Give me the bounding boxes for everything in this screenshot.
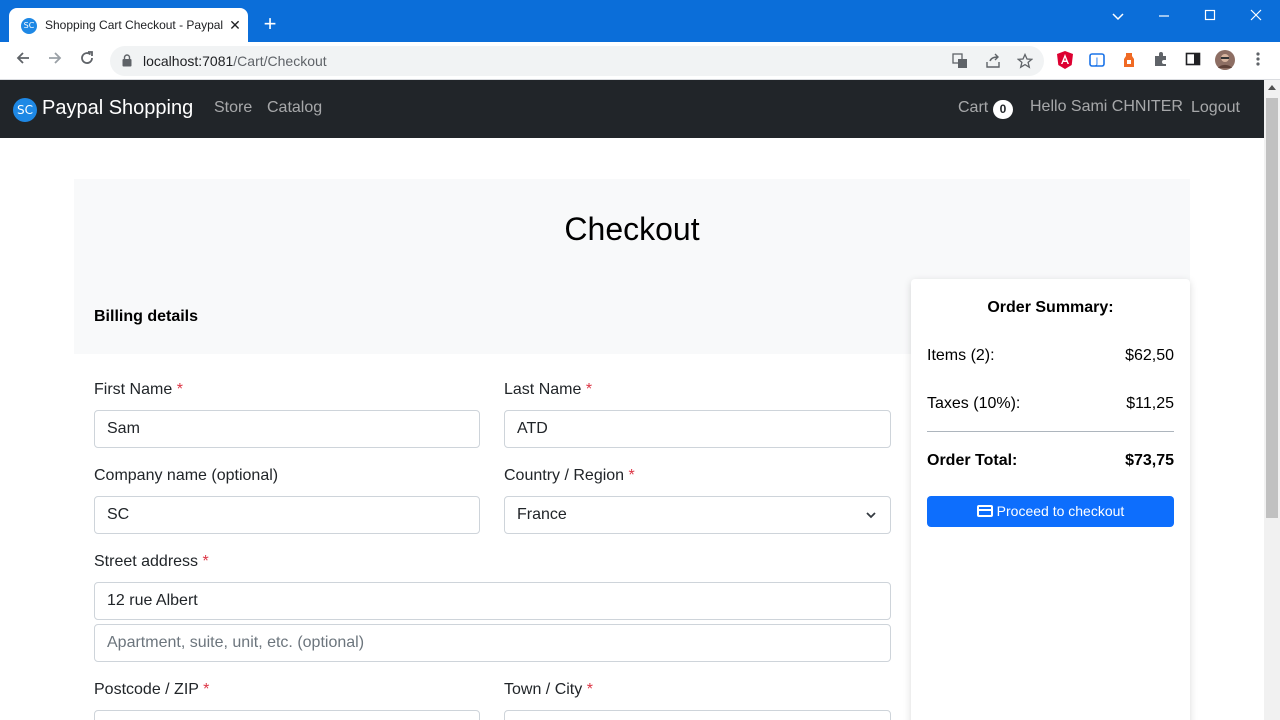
menu-icon[interactable]	[1249, 51, 1267, 69]
extension-orange-icon[interactable]	[1120, 51, 1138, 69]
tab-favicon: SC	[21, 18, 37, 34]
last-name-label: Last Name *	[504, 381, 593, 398]
brand-logo[interactable]: SC	[13, 98, 37, 122]
user-greeting[interactable]: Hello Sami CHNITER	[1030, 98, 1183, 116]
taxes-label: Taxes (10%):	[927, 395, 1021, 412]
scroll-thumb[interactable]	[1266, 98, 1278, 518]
postcode-label: Postcode / ZIP *	[94, 681, 210, 698]
company-field[interactable]: SC	[94, 496, 480, 534]
street-field[interactable]: 12 rue Albert	[94, 582, 891, 620]
credit-card-icon	[976, 505, 993, 517]
page-content: SC Paypal Shopping Store Catalog Cart 0 …	[0, 80, 1264, 720]
summary-title: Order Summary:	[987, 299, 1114, 316]
browser-tab[interactable]: SC Shopping Cart Checkout - Paypal Shopp…	[9, 8, 248, 42]
country-label: Country / Region *	[504, 467, 635, 484]
chevron-down-icon	[866, 512, 876, 519]
items-label: Items (2):	[927, 347, 995, 364]
reload-icon[interactable]	[76, 50, 98, 72]
proceed-to-checkout-button[interactable]: Proceed to checkout	[927, 496, 1174, 527]
profile-avatar[interactable]	[1215, 50, 1235, 70]
sidebar-icon[interactable]	[1184, 51, 1202, 69]
total-label: Order Total:	[927, 452, 1018, 469]
total-value: $73,75	[1125, 452, 1174, 469]
tab-search-icon[interactable]	[1103, 6, 1133, 26]
extension-icon[interactable]	[1152, 51, 1170, 69]
town-field[interactable]	[504, 710, 891, 720]
nav-link-store[interactable]: Store	[214, 99, 252, 117]
apartment-field[interactable]: Apartment, suite, unit, etc. (optional)	[94, 624, 891, 662]
site-navbar: SC Paypal Shopping Store Catalog Cart 0 …	[0, 80, 1264, 138]
page-scrollbar[interactable]	[1264, 80, 1280, 720]
total-row: Order Total: $73,75	[927, 452, 1174, 470]
window-close-icon[interactable]	[1241, 6, 1271, 26]
items-row: Items (2): $62,50	[927, 347, 1174, 365]
brand-name[interactable]: Paypal Shopping	[42, 97, 193, 120]
close-icon[interactable]: ✕	[226, 16, 244, 34]
svg-text:J: J	[1095, 57, 1099, 67]
billing-title: Billing details	[94, 308, 199, 325]
new-tab-button[interactable]: +	[259, 13, 281, 35]
star-icon[interactable]	[1016, 52, 1034, 69]
country-value: France	[517, 506, 567, 523]
first-name-field[interactable]: Sam	[94, 410, 480, 448]
lock-icon	[122, 54, 132, 67]
company-label: Company name (optional)	[94, 467, 279, 484]
order-summary-card: Order Summary: Items (2): $62,50 Taxes (…	[911, 279, 1190, 720]
address-bar[interactable]: localhost:7081/Cart/Checkout	[110, 46, 1044, 76]
back-icon[interactable]	[12, 50, 34, 72]
tab-title: Shopping Cart Checkout - Paypal Shopping	[45, 18, 225, 32]
street-label: Street address *	[94, 553, 209, 570]
summary-divider	[927, 431, 1174, 432]
country-select[interactable]: France	[504, 496, 891, 534]
items-value: $62,50	[1125, 347, 1174, 364]
share-icon[interactable]	[985, 53, 1001, 69]
forward-icon[interactable]	[44, 50, 66, 72]
nav-link-catalog[interactable]: Catalog	[267, 99, 322, 117]
town-label: Town / City *	[504, 681, 593, 698]
page-title: Checkout	[564, 211, 700, 247]
maximize-icon[interactable]	[1195, 6, 1225, 26]
cart-count-badge: 0	[993, 100, 1013, 119]
nav-link-cart[interactable]: Cart	[958, 99, 988, 117]
taxes-row: Taxes (10%): $11,25	[927, 395, 1174, 413]
postcode-field[interactable]	[94, 710, 480, 720]
checkout-button-label: Proceed to checkout	[996, 503, 1125, 519]
translate-icon[interactable]	[952, 53, 968, 69]
url-text: localhost:7081/Cart/Checkout	[143, 53, 327, 69]
first-name-label: First Name *	[94, 381, 183, 398]
scroll-up-icon[interactable]	[1268, 84, 1276, 90]
browser-titlebar: SC Shopping Cart Checkout - Paypal Shopp…	[0, 0, 1280, 42]
extension-blue-icon[interactable]: J	[1088, 51, 1106, 69]
minimize-icon[interactable]	[1149, 6, 1179, 26]
angular-extension-icon[interactable]	[1056, 51, 1074, 69]
last-name-field[interactable]: ATD	[504, 410, 891, 448]
taxes-value: $11,25	[1126, 395, 1174, 412]
nav-link-logout[interactable]: Logout	[1191, 99, 1240, 117]
